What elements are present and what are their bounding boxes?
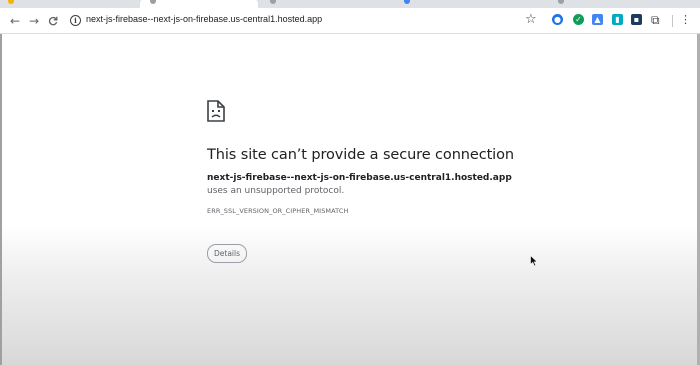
tab-favicon [150, 0, 156, 4]
toolbar-divider [672, 15, 673, 27]
browser-menu-icon[interactable]: ⋮ [680, 13, 691, 27]
extension-1-icon[interactable]: ● [552, 14, 563, 25]
back-arrow-icon: ← [9, 14, 21, 28]
tab-favicon [404, 0, 410, 4]
error-page: This site can’t provide a secure connect… [0, 34, 700, 365]
extension-5-icon[interactable]: ▪ [631, 14, 642, 25]
back-button[interactable]: ← [7, 13, 23, 29]
error-message-suffix: uses an unsupported protocol. [207, 186, 345, 196]
tab-active[interactable] [140, 0, 258, 8]
error-title: This site can’t provide a secure connect… [207, 147, 514, 163]
tab-favicon [8, 0, 14, 4]
error-code: ERR_SSL_VERSION_OR_CIPHER_MISMATCH [207, 207, 349, 215]
error-host: next-js-firebase--next-js-on-firebase.us… [207, 173, 512, 183]
tab-favicon [558, 0, 564, 4]
tab-5[interactable] [550, 0, 680, 8]
sad-document-icon [207, 100, 225, 122]
address-bar[interactable]: i next-js-firebase--next-js-on-firebase.… [64, 11, 546, 30]
tab-strip [0, 0, 700, 8]
details-button[interactable]: Details [207, 244, 247, 263]
window-edge-left [0, 34, 2, 365]
extension-3-icon[interactable]: ▲ [592, 14, 603, 25]
extension-2-icon[interactable]: ✓ [573, 14, 584, 25]
tab-1[interactable] [0, 0, 135, 8]
error-description: next-js-firebase--next-js-on-firebase.us… [207, 172, 527, 198]
tab-favicon [270, 0, 276, 4]
url-text[interactable]: next-js-firebase--next-js-on-firebase.us… [86, 14, 322, 24]
tab-3[interactable] [262, 0, 392, 8]
tab-4[interactable] [396, 0, 546, 8]
forward-arrow-icon: → [28, 14, 40, 28]
site-info-icon[interactable]: i [70, 15, 81, 26]
extensions-puzzle-icon[interactable]: ⧉ [651, 12, 660, 28]
bookmark-star-icon[interactable]: ☆ [525, 12, 537, 28]
reload-icon [48, 16, 58, 26]
forward-button[interactable]: → [26, 13, 42, 29]
extension-4-icon[interactable]: ▮ [612, 14, 623, 25]
browser-toolbar: ← → i next-js-firebase--next-js-on-fireb… [0, 8, 700, 34]
reload-button[interactable] [45, 13, 61, 29]
mouse-cursor-icon [530, 255, 538, 267]
